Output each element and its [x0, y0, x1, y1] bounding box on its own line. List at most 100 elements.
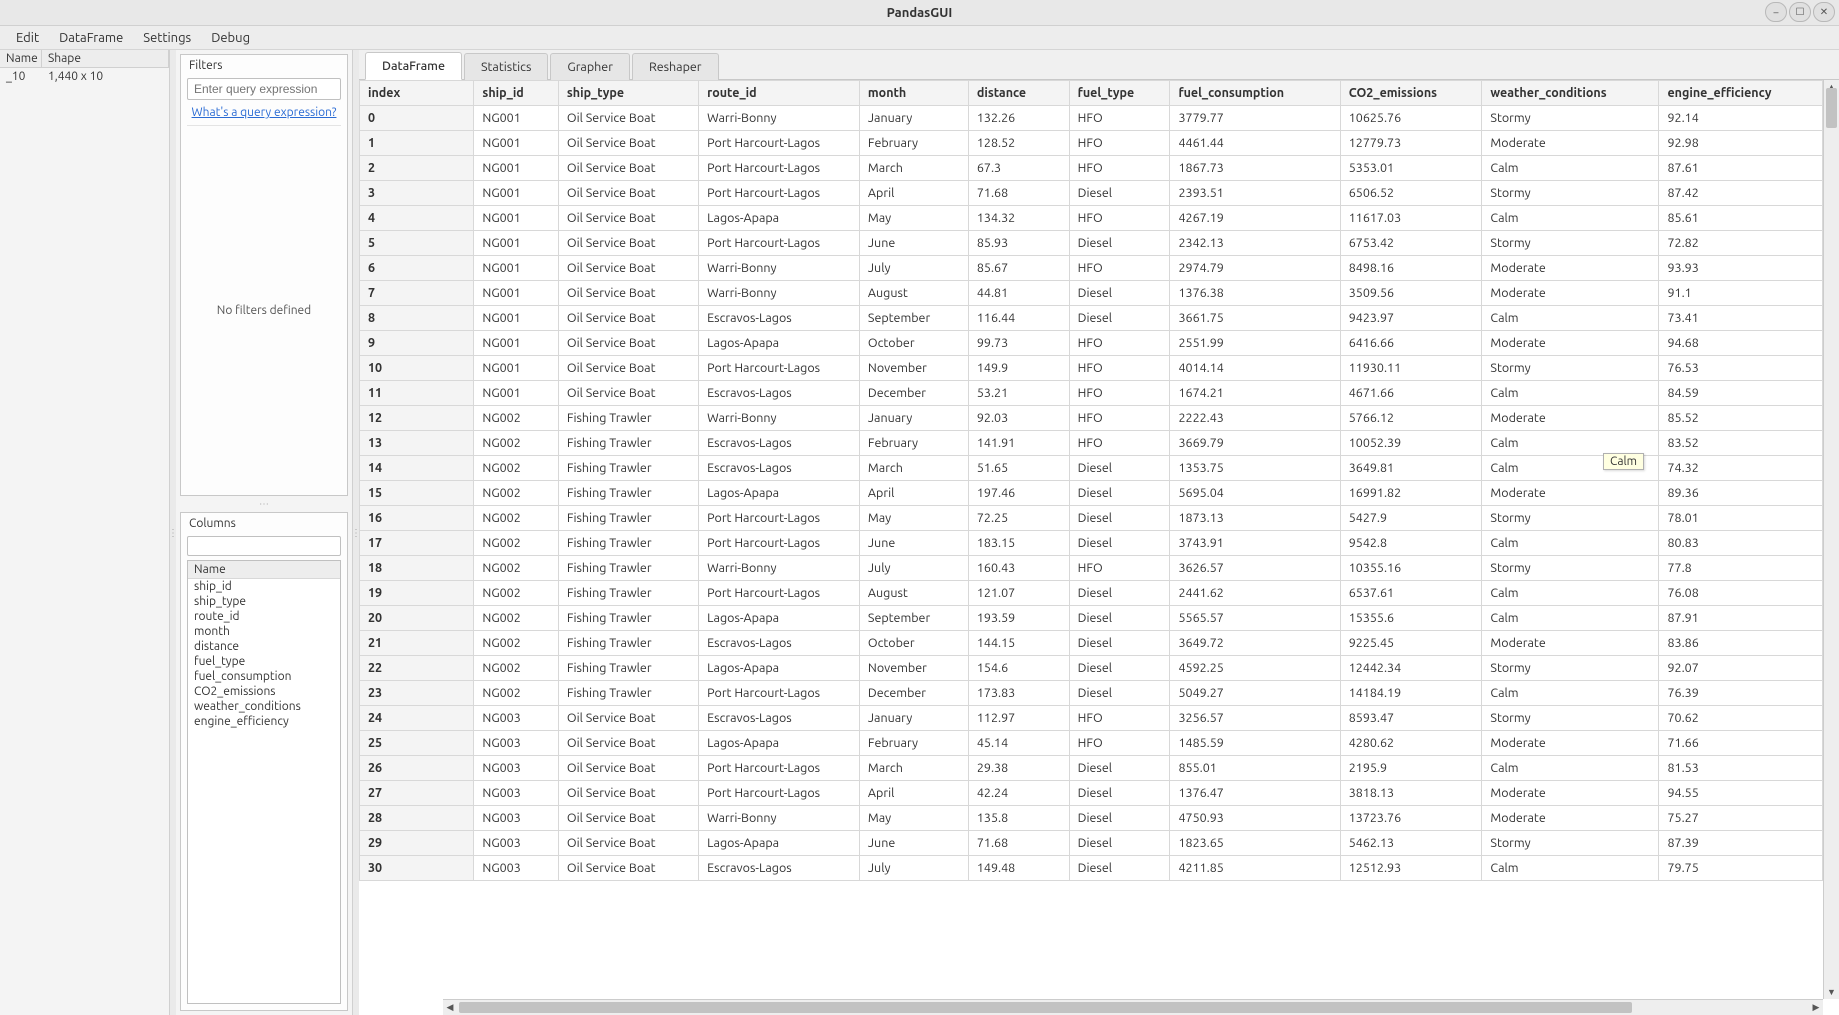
grid-cell[interactable]: Oil Service Boat — [558, 256, 698, 281]
scroll-right-icon[interactable]: ▶ — [1809, 1000, 1823, 1015]
grid-cell[interactable]: 3256.57 — [1170, 706, 1340, 731]
grid-cell[interactable]: Diesel — [1069, 506, 1170, 531]
grid-cell[interactable]: 1353.75 — [1170, 456, 1340, 481]
table-row[interactable]: 12NG002Fishing TrawlerWarri-BonnyJanuary… — [360, 406, 1823, 431]
grid-cell[interactable]: 85.67 — [968, 256, 1069, 281]
grid-cell[interactable]: Lagos-Apapa — [699, 206, 860, 231]
grid-cell[interactable]: 149.48 — [968, 856, 1069, 881]
grid-cell[interactable]: 3509.56 — [1340, 281, 1482, 306]
grid-cell[interactable]: Escravos-Lagos — [699, 381, 860, 406]
grid-index-cell[interactable]: 26 — [360, 756, 474, 781]
grid-cell[interactable]: 4461.44 — [1170, 131, 1340, 156]
grid-index-cell[interactable]: 8 — [360, 306, 474, 331]
grid-cell[interactable]: Oil Service Boat — [558, 131, 698, 156]
grid-cell[interactable]: HFO — [1069, 356, 1170, 381]
grid-cell[interactable]: 5766.12 — [1340, 406, 1482, 431]
grid-cell[interactable]: NG003 — [474, 831, 558, 856]
grid-cell[interactable]: NG002 — [474, 606, 558, 631]
grid-cell[interactable]: 1376.38 — [1170, 281, 1340, 306]
grid-cell[interactable]: Diesel — [1069, 606, 1170, 631]
grid-cell[interactable]: 44.81 — [968, 281, 1069, 306]
grid-cell[interactable]: NG001 — [474, 206, 558, 231]
grid-cell[interactable]: NG003 — [474, 806, 558, 831]
grid-cell[interactable]: July — [859, 856, 968, 881]
grid-cell[interactable]: NG001 — [474, 356, 558, 381]
grid-index-cell[interactable]: 23 — [360, 681, 474, 706]
grid-cell[interactable]: Fishing Trawler — [558, 406, 698, 431]
grid-cell[interactable]: NG001 — [474, 231, 558, 256]
grid-cell[interactable]: Diesel — [1069, 631, 1170, 656]
grid-cell[interactable]: Stormy — [1482, 181, 1659, 206]
grid-cell[interactable]: NG003 — [474, 731, 558, 756]
grid-cell[interactable]: NG002 — [474, 481, 558, 506]
grid-cell[interactable]: May — [859, 806, 968, 831]
grid-cell[interactable]: Oil Service Boat — [558, 856, 698, 881]
menu-edit[interactable]: Edit — [6, 28, 49, 48]
grid-cell[interactable]: 15355.6 — [1340, 606, 1482, 631]
grid-cell[interactable]: 160.43 — [968, 556, 1069, 581]
grid-cell[interactable]: 112.97 — [968, 706, 1069, 731]
grid-cell[interactable]: Warri-Bonny — [699, 281, 860, 306]
grid-cell[interactable]: 128.52 — [968, 131, 1069, 156]
table-row[interactable]: 21NG002Fishing TrawlerEscravos-LagosOcto… — [360, 631, 1823, 656]
grid-cell[interactable]: 73.41 — [1659, 306, 1823, 331]
grid-cell[interactable]: 3818.13 — [1340, 781, 1482, 806]
grid-cell[interactable]: Diesel — [1069, 306, 1170, 331]
grid-cell[interactable]: Port Harcourt-Lagos — [699, 356, 860, 381]
columns-list-item[interactable]: fuel_type — [188, 654, 340, 669]
grid-cell[interactable]: 4592.25 — [1170, 656, 1340, 681]
grid-cell[interactable]: 92.14 — [1659, 106, 1823, 131]
grid-cell[interactable]: Diesel — [1069, 281, 1170, 306]
grid-cell[interactable]: Moderate — [1482, 806, 1659, 831]
grid-cell[interactable]: Port Harcourt-Lagos — [699, 506, 860, 531]
grid-cell[interactable]: 11930.11 — [1340, 356, 1482, 381]
grid-index-header[interactable]: index — [360, 81, 474, 106]
columns-list-item[interactable]: ship_type — [188, 594, 340, 609]
grid-cell[interactable]: Diesel — [1069, 231, 1170, 256]
grid-cell[interactable]: Moderate — [1482, 331, 1659, 356]
grid-cell[interactable]: HFO — [1069, 431, 1170, 456]
table-row[interactable]: 8NG001Oil Service BoatEscravos-LagosSept… — [360, 306, 1823, 331]
columns-list-item[interactable]: route_id — [188, 609, 340, 624]
grid-index-cell[interactable]: 19 — [360, 581, 474, 606]
grid-cell[interactable]: 141.91 — [968, 431, 1069, 456]
grid-cell[interactable]: 197.46 — [968, 481, 1069, 506]
grid-cell[interactable]: NG003 — [474, 706, 558, 731]
grid-cell[interactable]: Oil Service Boat — [558, 306, 698, 331]
grid-cell[interactable]: 4671.66 — [1340, 381, 1482, 406]
grid-cell[interactable]: Moderate — [1482, 131, 1659, 156]
grid-cell[interactable]: 87.42 — [1659, 181, 1823, 206]
table-row[interactable]: 29NG003Oil Service BoatLagos-ApapaJune71… — [360, 831, 1823, 856]
grid-cell[interactable]: 12779.73 — [1340, 131, 1482, 156]
grid-index-cell[interactable]: 7 — [360, 281, 474, 306]
menu-settings[interactable]: Settings — [133, 28, 201, 48]
grid-cell[interactable]: 72.82 — [1659, 231, 1823, 256]
grid-cell[interactable]: Calm — [1482, 306, 1659, 331]
grid-cell[interactable]: NG001 — [474, 156, 558, 181]
grid-cell[interactable]: HFO — [1069, 131, 1170, 156]
grid-cell[interactable]: Oil Service Boat — [558, 206, 698, 231]
grid-column-header[interactable]: route_id — [699, 81, 860, 106]
grid-cell[interactable]: Stormy — [1482, 556, 1659, 581]
grid-cell[interactable]: 93.93 — [1659, 256, 1823, 281]
filter-query-input[interactable] — [187, 78, 341, 100]
grid-cell[interactable]: Fishing Trawler — [558, 631, 698, 656]
grid-cell[interactable]: 2393.51 — [1170, 181, 1340, 206]
grid-cell[interactable]: 2222.43 — [1170, 406, 1340, 431]
table-row[interactable]: 19NG002Fishing TrawlerPort Harcourt-Lago… — [360, 581, 1823, 606]
table-row[interactable]: 30NG003Oil Service BoatEscravos-LagosJul… — [360, 856, 1823, 881]
grid-cell[interactable]: 87.61 — [1659, 156, 1823, 181]
grid-cell[interactable]: NG002 — [474, 681, 558, 706]
grid-cell[interactable]: Escravos-Lagos — [699, 631, 860, 656]
grid-index-cell[interactable]: 3 — [360, 181, 474, 206]
grid-cell[interactable]: NG003 — [474, 756, 558, 781]
grid-cell[interactable]: 71.68 — [968, 181, 1069, 206]
grid-cell[interactable]: December — [859, 681, 968, 706]
grid-cell[interactable]: Lagos-Apapa — [699, 606, 860, 631]
grid-cell[interactable]: March — [859, 456, 968, 481]
grid-cell[interactable]: Escravos-Lagos — [699, 856, 860, 881]
grid-cell[interactable]: 76.39 — [1659, 681, 1823, 706]
grid-cell[interactable]: July — [859, 256, 968, 281]
grid-cell[interactable]: Diesel — [1069, 456, 1170, 481]
grid-cell[interactable]: 5565.57 — [1170, 606, 1340, 631]
